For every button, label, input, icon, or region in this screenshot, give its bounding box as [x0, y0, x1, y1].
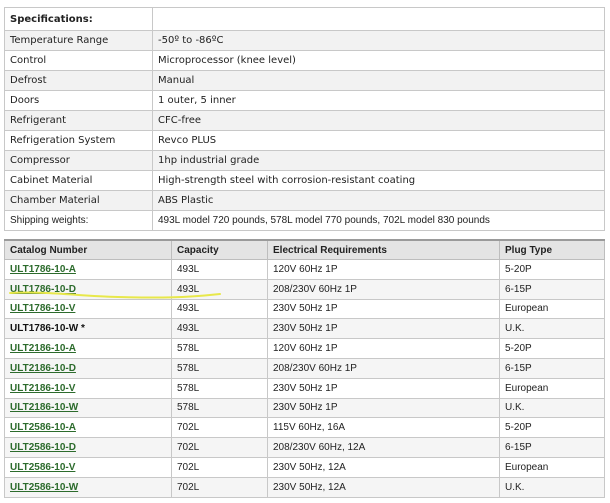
spec-row: Cabinet Material High-strength steel wit…	[4, 170, 605, 191]
capacity-cell: 493L	[171, 259, 268, 280]
capacity-cell: 702L	[171, 476, 268, 498]
plug-type-cell: U.K.	[499, 397, 605, 419]
plug-type-cell: 5-20P	[499, 338, 605, 359]
capacity-cell: 578L	[171, 397, 268, 419]
catalog-number-link[interactable]: ULT2186-10-V	[10, 383, 75, 394]
catalog-number-link[interactable]: ULT2186-10-A	[10, 343, 76, 354]
catalog-number-link[interactable]: ULT2586-10-A	[10, 422, 76, 433]
spec-label: Control	[4, 50, 153, 71]
capacity-cell: 493L	[171, 278, 268, 300]
spec-label: Temperature Range	[4, 30, 153, 51]
catalog-number-link[interactable]: ULT2586-10-D	[10, 442, 76, 453]
spec-label: Chamber Material	[4, 190, 153, 211]
catalog-header-row: Catalog Number Capacity Electrical Requi…	[4, 239, 605, 260]
electrical-cell: 208/230V 60Hz 1P	[267, 278, 500, 300]
electrical-cell: 208/230V 60Hz 1P	[267, 357, 500, 379]
capacity-cell: 493L	[171, 298, 268, 320]
catalog-number-link[interactable]: ULT1786-10-V	[10, 303, 75, 314]
electrical-cell: 230V 50Hz, 12A	[267, 476, 500, 498]
electrical-cell: 230V 50Hz, 12A	[267, 456, 500, 478]
table-row: ULT1786-10-W * 493L 230V 50Hz 1P U.K.	[4, 318, 605, 340]
plug-type-cell: European	[499, 377, 605, 399]
electrical-cell: 230V 50Hz 1P	[267, 298, 500, 320]
plug-type-cell: U.K.	[499, 318, 605, 340]
electrical-cell: 230V 50Hz 1P	[267, 397, 500, 419]
plug-type-cell: European	[499, 298, 605, 320]
spec-label: Shipping weights:	[4, 210, 153, 231]
spec-label: Refrigeration System	[4, 130, 153, 151]
spec-row: Chamber Material ABS Plastic	[4, 190, 605, 211]
table-row: ULT1786-10-D 493L 208/230V 60Hz 1P 6-15P	[4, 278, 605, 300]
specifications-table: Specifications: Temperature Range -50º t…	[4, 7, 605, 231]
spec-row: Control Microprocessor (knee level)	[4, 50, 605, 71]
spec-value: -50º to -86ºC	[152, 30, 605, 51]
table-row: ULT2586-10-A 702L 115V 60Hz, 16A 5-20P	[4, 417, 605, 439]
column-header-electrical-requirements: Electrical Requirements	[267, 239, 500, 260]
table-row: ULT2186-10-V 578L 230V 50Hz 1P European	[4, 377, 605, 399]
spec-row: Defrost Manual	[4, 70, 605, 91]
spec-label: Doors	[4, 90, 153, 111]
capacity-cell: 702L	[171, 437, 268, 458]
column-header-catalog-number: Catalog Number	[4, 239, 172, 260]
table-row: ULT1786-10-V 493L 230V 50Hz 1P European	[4, 298, 605, 320]
capacity-cell: 578L	[171, 377, 268, 399]
plug-type-cell: U.K.	[499, 476, 605, 498]
plug-type-cell: 6-15P	[499, 357, 605, 379]
spec-row: Doors 1 outer, 5 inner	[4, 90, 605, 111]
plug-type-cell: European	[499, 456, 605, 478]
plug-type-cell: 5-20P	[499, 417, 605, 439]
spec-value: CFC-free	[152, 110, 605, 131]
catalog-table: Catalog Number Capacity Electrical Requi…	[4, 239, 605, 498]
electrical-cell: 120V 60Hz 1P	[267, 259, 500, 280]
capacity-cell: 578L	[171, 338, 268, 359]
spec-row: Refrigerant CFC-free	[4, 110, 605, 131]
plug-type-cell: 5-20P	[499, 259, 605, 280]
spec-row: Compressor 1hp industrial grade	[4, 150, 605, 171]
spec-value: Manual	[152, 70, 605, 91]
column-header-capacity: Capacity	[171, 239, 268, 260]
spec-label: Compressor	[4, 150, 153, 171]
catalog-number-link[interactable]: ULT2586-10-W	[10, 482, 78, 493]
table-row: ULT2186-10-D 578L 208/230V 60Hz 1P 6-15P	[4, 357, 605, 379]
plug-type-cell: 6-15P	[499, 278, 605, 300]
table-row: ULT2586-10-V 702L 230V 50Hz, 12A Europea…	[4, 456, 605, 478]
catalog-number-link[interactable]: ULT1786-10-A	[10, 264, 76, 275]
spec-row: Temperature Range -50º to -86ºC	[4, 30, 605, 51]
catalog-number-link[interactable]: ULT2186-10-W	[10, 402, 78, 413]
spec-value: ABS Plastic	[152, 190, 605, 211]
capacity-cell: 578L	[171, 357, 268, 379]
table-row: ULT1786-10-A 493L 120V 60Hz 1P 5-20P	[4, 259, 605, 280]
catalog-number-link[interactable]: ULT2586-10-V	[10, 462, 75, 473]
spec-value: 1 outer, 5 inner	[152, 90, 605, 111]
spec-value: 1hp industrial grade	[152, 150, 605, 171]
spec-value: 493L model 720 pounds, 578L model 770 po…	[152, 210, 605, 231]
plug-type-cell: 6-15P	[499, 437, 605, 458]
spec-label: Refrigerant	[4, 110, 153, 131]
capacity-cell: 493L	[171, 318, 268, 340]
electrical-cell: 230V 50Hz 1P	[267, 318, 500, 340]
spec-label: Cabinet Material	[4, 170, 153, 191]
spec-value: Revco PLUS	[152, 130, 605, 151]
electrical-cell: 120V 60Hz 1P	[267, 338, 500, 359]
table-row: ULT2186-10-A 578L 120V 60Hz 1P 5-20P	[4, 338, 605, 359]
column-header-plug-type: Plug Type	[499, 239, 605, 260]
capacity-cell: 702L	[171, 417, 268, 439]
spec-label: Defrost	[4, 70, 153, 91]
table-row: ULT2586-10-W 702L 230V 50Hz, 12A U.K.	[4, 476, 605, 498]
electrical-cell: 208/230V 60Hz, 12A	[267, 437, 500, 458]
spec-row: Refrigeration System Revco PLUS	[4, 130, 605, 151]
electrical-cell: 230V 50Hz 1P	[267, 377, 500, 399]
spec-row: Shipping weights: 493L model 720 pounds,…	[4, 210, 605, 231]
electrical-cell: 115V 60Hz, 16A	[267, 417, 500, 439]
catalog-number-text: ULT1786-10-W *	[10, 323, 85, 335]
catalog-number-link[interactable]: ULT1786-10-D	[10, 284, 76, 295]
table-row: ULT2586-10-D 702L 208/230V 60Hz, 12A 6-1…	[4, 437, 605, 458]
capacity-cell: 702L	[171, 456, 268, 478]
catalog-number-link[interactable]: ULT2186-10-D	[10, 363, 76, 374]
spec-value: Microprocessor (knee level)	[152, 50, 605, 71]
spec-value: High-strength steel with corrosion-resis…	[152, 170, 605, 191]
specifications-title: Specifications:	[4, 7, 153, 31]
table-row: ULT2186-10-W 578L 230V 50Hz 1P U.K.	[4, 397, 605, 419]
specifications-header-row: Specifications:	[4, 7, 605, 31]
